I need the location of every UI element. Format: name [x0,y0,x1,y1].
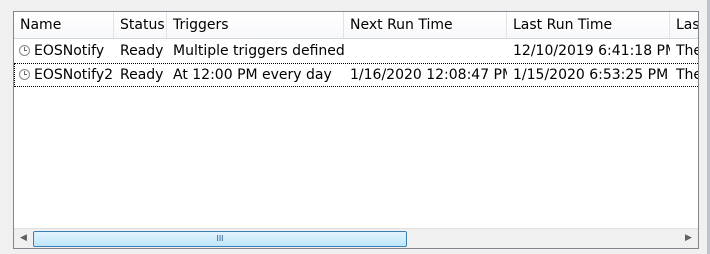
table-row[interactable]: EOSNotify Ready Multiple triggers define… [14,39,698,63]
task-status: Ready [120,67,164,83]
task-name: EOSNotify [34,43,105,59]
task-name-cell: EOSNotify2 [14,63,114,87]
task-next-run-time: 1/16/2020 12:08:47 PM [350,67,507,83]
task-last-run-result: The [676,43,698,59]
grip-icon: III [216,234,224,243]
scrollbar-thumb[interactable]: III [33,231,407,247]
task-last-run-time: 1/15/2020 6:53:25 PM [513,67,669,83]
column-header-status[interactable]: Status [114,12,167,38]
task-last-run-time: 12/10/2019 6:41:18 PM [513,43,670,59]
task-name: EOSNotify2 [34,67,114,83]
task-triggers: Multiple triggers defined [173,43,344,59]
task-next-run-time [344,39,507,63]
clock-icon [19,69,30,80]
task-name-cell: EOSNotify [14,39,114,63]
task-status: Ready [120,43,164,59]
table-row[interactable]: EOSNotify2 Ready At 12:00 PM every day 1… [14,63,698,87]
task-last-run-result: The [676,67,698,83]
column-header-last-run-time[interactable]: Last Run Time [507,12,670,38]
column-header-last-run-result[interactable]: Las [670,12,698,38]
clock-icon [19,45,30,56]
task-list-body: EOSNotify Ready Multiple triggers define… [14,38,698,228]
task-list-view[interactable]: Name Status Triggers Next Run Time Last … [13,11,699,249]
column-header-bar: Name Status Triggers Next Run Time Last … [14,12,698,39]
column-header-triggers[interactable]: Triggers [167,12,344,38]
horizontal-scrollbar[interactable]: ◀ III ▶ [14,228,698,248]
scroll-right-arrow-icon[interactable]: ▶ [680,230,697,247]
column-header-name[interactable]: Name [14,12,114,38]
task-triggers: At 12:00 PM every day [173,67,332,83]
column-header-next-run-time[interactable]: Next Run Time [344,12,507,38]
scroll-left-arrow-icon[interactable]: ◀ [15,230,32,247]
